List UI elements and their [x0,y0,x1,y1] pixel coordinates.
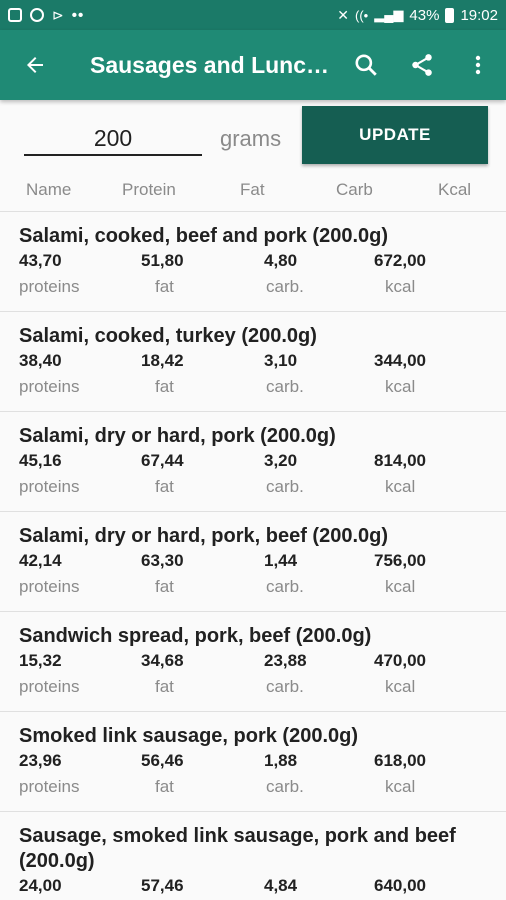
update-button[interactable]: UPDATE [302,106,488,164]
food-name: Smoked link sausage, pork (200.0g) [19,725,359,747]
protein-value: 15,32 [19,651,62,670]
fat-unit: fat [155,677,174,696]
column-header-kcal[interactable]: Kcal [438,180,471,200]
fat-value: 18,42 [141,351,184,370]
food-name: Sausage, smoked link sausage, pork and b… [19,825,456,872]
food-name: Salami, cooked, beef and pork (200.0g) [19,225,389,247]
page-title: Sausages and Lunc… [90,51,330,78]
carb-unit: carb. [266,277,304,296]
fat-unit: fat [155,777,174,796]
grams-input[interactable] [24,122,202,156]
kcal-value: 756,00 [374,551,426,570]
kcal-value: 470,00 [374,651,426,670]
protein-unit: proteins [19,377,80,396]
kcal-unit: kcal [385,577,416,596]
carb-value: 3,10 [264,351,298,370]
list-item[interactable]: Salami, cooked, beef and pork (200.0g) 4… [0,212,506,312]
fat-value: 34,68 [141,651,184,670]
kcal-unit: kcal [385,677,416,696]
protein-unit: proteins [19,777,80,796]
kcal-value: 672,00 [374,251,426,270]
app-bar: Sausages and Lunc… [0,30,506,100]
column-headers: Name Protein Fat Carb Kcal [0,178,506,212]
status-time: 19:02 [460,6,498,24]
kcal-value: 618,00 [374,751,426,770]
food-name: Salami, dry or hard, pork, beef (200.0g) [19,525,389,547]
arrow-back-icon [27,57,43,73]
protein-value: 23,96 [19,751,62,770]
protein-value: 24,00 [19,876,62,895]
app-notification-icon [30,8,44,22]
carb-unit: carb. [266,377,304,396]
food-list: Salami, cooked, beef and pork (200.0g) 4… [0,212,506,900]
fat-unit: fat [155,477,174,496]
carb-unit: carb. [266,577,304,596]
search-icon [355,54,377,76]
list-item[interactable]: Salami, cooked, turkey (200.0g) 38,40 18… [0,312,506,412]
more-vert-icon [475,55,481,75]
kcal-value: 814,00 [374,451,426,470]
grams-label: grams [220,126,282,151]
kcal-value: 640,00 [374,876,426,895]
kcal-unit: kcal [385,777,416,796]
carb-unit: carb. [266,777,304,796]
column-header-carb[interactable]: Carb [336,180,373,200]
column-header-name[interactable]: Name [26,180,71,200]
kcal-unit: kcal [385,277,416,296]
overflow-menu-button[interactable] [450,30,506,100]
column-header-protein[interactable]: Protein [122,180,176,200]
grams-form: grams UPDATE [0,100,506,178]
list-item[interactable]: Salami, dry or hard, pork (200.0g) 45,16… [0,412,506,512]
status-bar: ⊳ •• ✕ ((• ▂▄▆ 43% 19:02 [0,0,506,30]
carb-unit: carb. [266,477,304,496]
protein-unit: proteins [19,577,80,596]
food-name: Sandwich spread, pork, beef (200.0g) [19,625,372,647]
battery-icon [445,7,455,23]
protein-value: 42,14 [19,551,62,570]
search-button[interactable] [338,30,394,100]
carb-value: 4,80 [264,251,298,270]
protein-value: 38,40 [19,351,62,370]
carb-value: 4,84 [264,876,298,895]
signal-icon: ▂▄▆ [374,7,404,22]
protein-value: 43,70 [19,251,62,270]
more-notifications-icon: •• [71,6,85,24]
fat-value: 51,80 [141,251,184,270]
media-notification-icon: ⊳ [52,6,64,23]
fat-unit: fat [155,377,174,396]
back-button[interactable] [0,30,70,100]
fat-unit: fat [155,577,174,596]
food-name: Salami, cooked, turkey (200.0g) [19,325,317,347]
list-item[interactable]: Smoked link sausage, pork (200.0g) 23,96… [0,712,506,812]
fat-value: 56,46 [141,751,184,770]
battery-percent: 43% [409,6,440,24]
kcal-unit: kcal [385,477,416,496]
fat-unit: fat [155,277,174,296]
kcal-unit: kcal [385,377,416,396]
fat-value: 67,44 [141,451,184,470]
fat-value: 63,30 [141,551,184,570]
carb-value: 3,20 [264,451,298,470]
fat-value: 57,46 [141,876,184,895]
list-item[interactable]: Sandwich spread, pork, beef (200.0g) 15,… [0,612,506,712]
protein-unit: proteins [19,677,80,696]
protein-unit: proteins [19,277,80,296]
list-item[interactable]: Sausage, smoked link sausage, pork and b… [0,812,506,900]
carb-unit: carb. [266,677,304,696]
mute-icon: ✕ [337,6,349,23]
food-name: Salami, dry or hard, pork (200.0g) [19,425,336,447]
wifi-icon: ((• [354,7,369,23]
column-header-fat[interactable]: Fat [240,180,265,200]
protein-value: 45,16 [19,451,62,470]
kcal-value: 344,00 [374,351,426,370]
share-button[interactable] [394,30,450,100]
carb-value: 1,44 [264,551,298,570]
list-item[interactable]: Salami, dry or hard, pork, beef (200.0g)… [0,512,506,612]
carb-value: 1,88 [264,751,298,770]
gallery-notification-icon [8,8,22,22]
share-icon [412,54,432,76]
protein-unit: proteins [19,477,80,496]
carb-value: 23,88 [264,651,307,670]
